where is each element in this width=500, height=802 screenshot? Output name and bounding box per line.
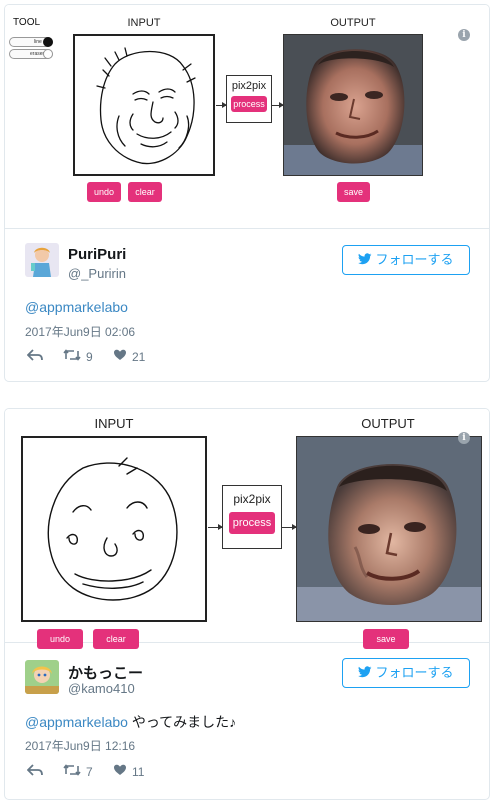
toggle-knob-off: [43, 49, 53, 59]
save-button[interactable]: save: [363, 629, 409, 649]
tweet-card: TOOL line eraser INPUT OUTPUT pix2pix pr…: [4, 4, 490, 382]
follow-label: フォローする: [375, 665, 454, 680]
input-label: INPUT: [94, 416, 134, 431]
generated-face-image: [284, 35, 422, 175]
undo-button[interactable]: undo: [37, 629, 83, 649]
twitter-bird-icon: [358, 247, 372, 275]
tweet-media-pix2pix-demo[interactable]: INPUT OUTPUT pix2pix process undo clear …: [5, 409, 489, 649]
retweet-count: 7: [86, 764, 93, 779]
like-count: 21: [132, 349, 146, 364]
toggle-knob-on: [43, 37, 53, 47]
avatar[interactable]: [25, 243, 59, 277]
clear-button[interactable]: clear: [128, 182, 162, 202]
pix2pix-model-box: pix2pix process: [226, 75, 272, 123]
like-button[interactable]: 21: [113, 349, 145, 364]
output-label: OUTPUT: [361, 416, 415, 431]
retweet-icon: [63, 349, 81, 364]
mention-link[interactable]: @appmarkelabo: [25, 714, 128, 730]
retweet-count: 9: [86, 349, 93, 364]
follow-button[interactable]: フォローする: [342, 245, 470, 275]
reply-button[interactable]: [26, 764, 43, 779]
tweet-timestamp[interactable]: 2017年Jun9日 12:16: [25, 737, 135, 754]
process-button[interactable]: process: [231, 96, 267, 112]
tool-eraser-toggle[interactable]: eraser: [9, 49, 53, 59]
reply-icon: [26, 764, 43, 779]
tweet-card: INPUT OUTPUT pix2pix process undo clear …: [4, 408, 490, 800]
heart-icon: [113, 764, 127, 779]
reply-icon: [26, 349, 43, 364]
clear-button[interactable]: clear: [93, 629, 139, 649]
undo-button[interactable]: undo: [87, 182, 121, 202]
tweet-text: @appmarkelabo: [25, 299, 128, 315]
generated-face-image: [297, 437, 481, 621]
like-button[interactable]: 11: [113, 764, 144, 779]
tool-line-label: line: [34, 39, 42, 45]
avatar-image: [25, 243, 59, 277]
avatar[interactable]: [25, 660, 59, 694]
retweet-button[interactable]: 7: [63, 764, 93, 779]
tweet-text: @appmarkelabo やってみました♪: [25, 712, 236, 732]
input-canvas[interactable]: [21, 436, 207, 622]
info-icon[interactable]: i: [458, 432, 470, 444]
output-image: [283, 34, 423, 176]
input-label: INPUT: [127, 17, 161, 29]
follow-label: フォローする: [375, 252, 454, 267]
avatar-image: [25, 660, 59, 694]
retweet-button[interactable]: 9: [63, 349, 93, 364]
info-icon[interactable]: i: [458, 29, 470, 41]
mention-link[interactable]: @appmarkelabo: [25, 299, 128, 315]
arrow-to-output: [282, 524, 297, 530]
sketch-drawing: [47, 457, 178, 601]
arrow-to-output: [272, 102, 284, 108]
arrow-to-model: [216, 102, 227, 108]
tweet-timestamp[interactable]: 2017年Jun9日 02:06: [25, 323, 135, 340]
follow-button[interactable]: フォローする: [342, 658, 470, 688]
tweet-media-pix2pix-demo[interactable]: TOOL line eraser INPUT OUTPUT pix2pix pr…: [5, 5, 489, 229]
retweet-icon: [63, 764, 81, 779]
like-count: 11: [132, 764, 145, 779]
user-handle[interactable]: @_Puririn: [68, 266, 126, 281]
save-button[interactable]: save: [337, 182, 370, 202]
reply-button[interactable]: [26, 349, 43, 364]
tweet-body: やってみました♪: [127, 714, 237, 730]
tool-line-toggle[interactable]: line: [9, 37, 53, 47]
user-display-name[interactable]: PuriPuri: [68, 246, 126, 263]
arrow-to-model: [208, 524, 223, 530]
tool-label: TOOL: [13, 17, 41, 28]
process-button[interactable]: process: [229, 512, 275, 534]
model-label: pix2pix: [233, 492, 271, 506]
twitter-bird-icon: [358, 660, 372, 688]
output-label: OUTPUT: [330, 17, 376, 29]
input-canvas[interactable]: [73, 34, 215, 176]
sketch-drawing: [96, 47, 196, 165]
user-display-name[interactable]: かもっこー: [68, 662, 143, 683]
pix2pix-model-box: pix2pix process: [222, 485, 282, 549]
user-handle[interactable]: @kamo410: [68, 681, 135, 696]
output-image: [296, 436, 482, 622]
heart-icon: [113, 349, 127, 364]
model-label: pix2pix: [231, 80, 267, 92]
